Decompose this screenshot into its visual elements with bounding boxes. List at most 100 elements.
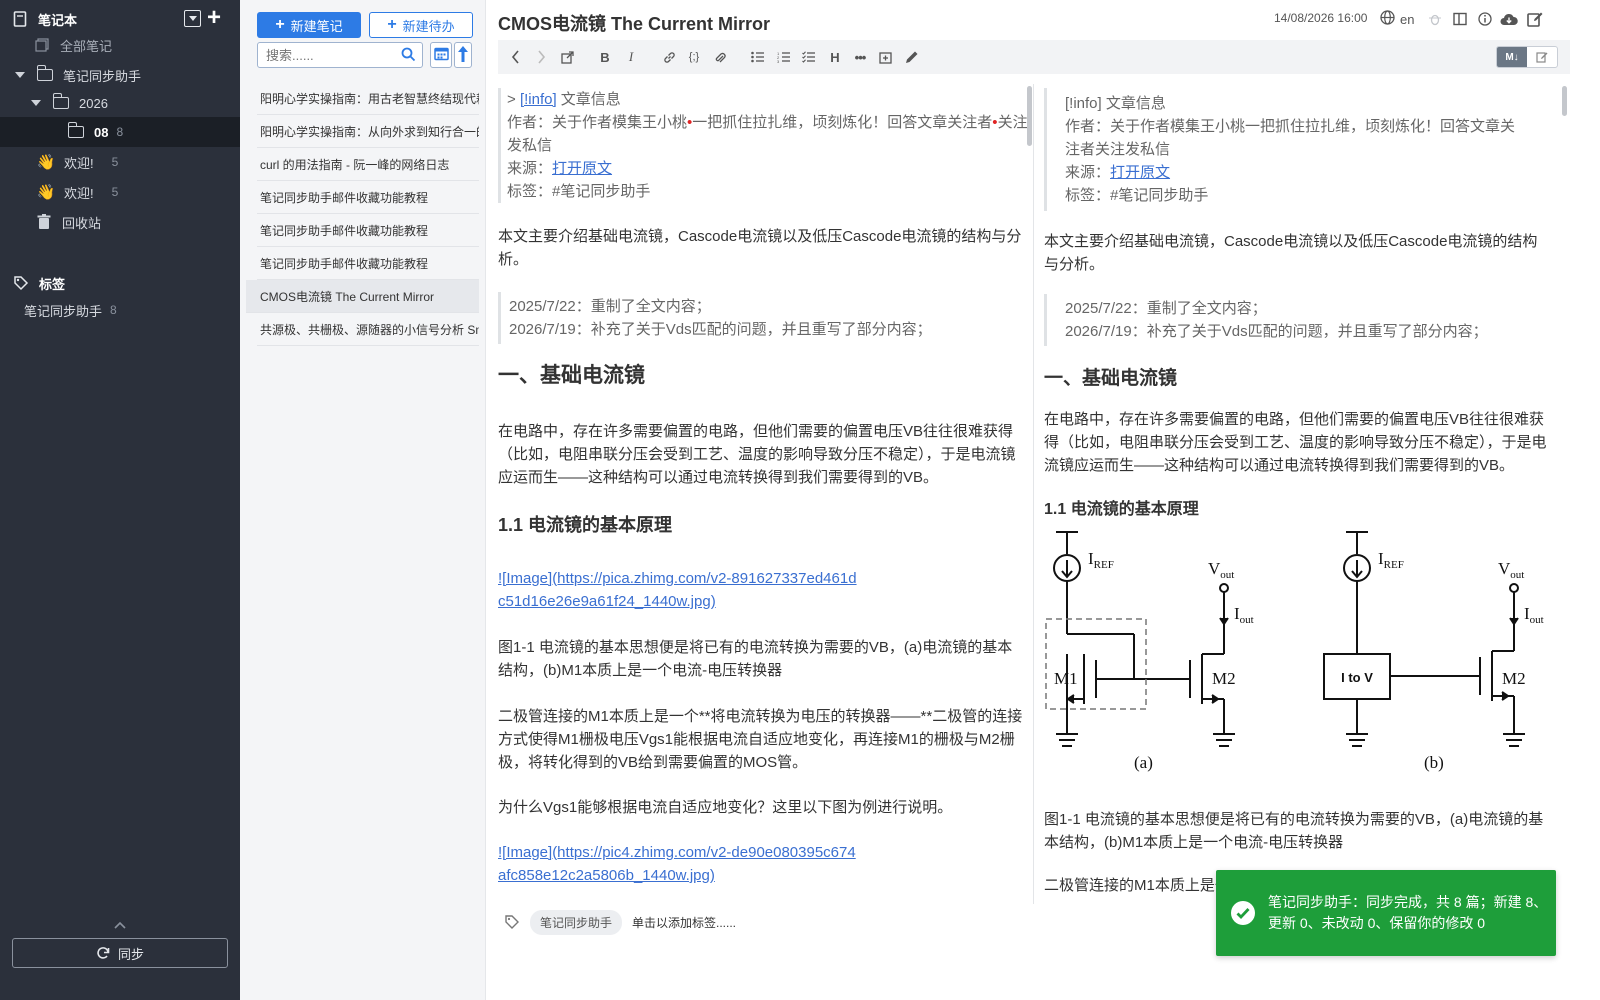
sidebar-item-trash[interactable]: 回收站 (0, 207, 240, 237)
tag-icon (11, 273, 31, 293)
editor-toolbar: B I {;} 123 H ••• (498, 40, 1570, 74)
search-field[interactable] (257, 42, 423, 68)
sidebar-item-year[interactable]: 2026 (0, 88, 240, 118)
chevron-up-icon[interactable] (114, 918, 126, 930)
add-notebook-icon[interactable]: + (207, 6, 221, 30)
current-mirror-figure: IREF Vout Iout M1 M2 (a) IREF Vout Iout … (1045, 531, 1544, 772)
tags-header[interactable]: 标签 (0, 268, 240, 298)
heading-icon[interactable]: H (826, 48, 844, 66)
folder-icon (51, 93, 71, 113)
external-link-icon[interactable] (558, 48, 576, 66)
welcome-count: 5 (111, 185, 119, 199)
new-note-button[interactable]: + 新建笔记 (257, 12, 361, 38)
trash-icon (34, 212, 54, 232)
layout-toggle-icon[interactable] (1451, 10, 1469, 28)
source-link[interactable]: 打开原文 (552, 160, 612, 177)
pane-divider[interactable] (1033, 84, 1034, 904)
editor-mode-toggle[interactable]: M↓ (1496, 46, 1558, 68)
sidebar: 笔记本 + 全部笔记 笔记同步助手 2026 08 8 👋 欢迎! 5 👋 欢迎… (0, 0, 240, 1000)
sidebar-item-welcome-2[interactable]: 👋 欢迎! 5 (0, 177, 240, 207)
note-list-item[interactable]: 笔记同步助手邮件收藏功能教程 (257, 247, 479, 280)
fig-a-caption-label: (a) (1134, 753, 1153, 772)
more-icon[interactable]: ••• (851, 48, 869, 66)
collapse-notebooks-icon[interactable] (184, 10, 201, 27)
source-label: 来源： (507, 160, 553, 177)
note-title[interactable]: CMOS电流镜 The Current Mirror (498, 10, 770, 36)
check-circle-icon (1230, 900, 1256, 926)
pen-icon[interactable] (902, 48, 920, 66)
basic-paragraph: 在电路中，存在许多需要偏置的电路，但他们需要的偏置电压VB往往很难获得（比如，电… (498, 423, 1016, 486)
info-icon[interactable] (1476, 10, 1494, 28)
markdown-mode-button[interactable]: M↓ (1497, 47, 1527, 67)
code-icon[interactable]: {;} (685, 48, 703, 66)
note-list-item[interactable]: 笔记同步助手邮件收藏功能教程 (257, 181, 479, 214)
sidebar-item-month[interactable]: 08 8 (0, 117, 240, 147)
sync-icon (96, 946, 110, 960)
why-paragraph: 为什么Vgs1能够根据电流自适应地变化？这里以下图为例进行说明。 (498, 799, 953, 816)
image1-markdown[interactable]: ![Image](https://pica.zhimg.com/v2-89162… (498, 567, 858, 613)
tag-chip[interactable]: 笔记同步助手 (530, 909, 623, 935)
add-tag-hint[interactable]: 单击以添加标签...... (632, 914, 736, 931)
notebook-icon (10, 9, 30, 29)
note-list-item[interactable]: curl 的用法指南 - 阮一峰的网络日志 (257, 148, 479, 181)
attachment-icon[interactable] (710, 48, 728, 66)
note-list-item[interactable]: 共源极、共栅极、源随器的小信号分析 Sma (257, 313, 479, 346)
search-icon[interactable] (401, 47, 416, 65)
info-link[interactable]: [!info] (520, 91, 557, 108)
bullet-list-icon[interactable] (749, 48, 767, 66)
calendar-sort-button[interactable] (430, 42, 452, 68)
fig-b-iout-label: Iout (1524, 604, 1544, 626)
sort-order-button[interactable] (454, 42, 472, 68)
notebook-label: 笔记同步助手 (63, 68, 142, 84)
note-list-item[interactable]: 阳明心学实操指南：用古老智慧终结现代耗 (257, 82, 479, 115)
trash-label: 回收站 (62, 215, 102, 231)
language-selector[interactable]: en (1380, 10, 1414, 28)
sync-toast[interactable]: 笔记同步助手：同步完成，共 8 篇；新建 8、更新 0、未改动 0、保留你的修改… (1216, 870, 1556, 956)
new-note-label: 新建笔记 (290, 18, 343, 34)
image2-markdown[interactable]: ![Image](https://pic4.zhimg.com/v2-de90e… (498, 841, 858, 887)
month-label: 08 (94, 124, 109, 140)
tag-icon (504, 914, 520, 930)
tags-title: 标签 (39, 276, 66, 292)
rich-text-mode-icon[interactable] (1527, 47, 1557, 67)
welcome-label: 欢迎! (64, 155, 94, 171)
preview-scrollbar[interactable] (1562, 86, 1567, 116)
expand-caret-icon[interactable] (31, 100, 41, 106)
note-list-item[interactable]: 阳明心学实操指南：从向外求到知行合一的 (257, 115, 479, 148)
plus-icon: + (275, 16, 285, 33)
preview-heading-basic: 一、基础电流镜 (1044, 368, 1178, 389)
tag-count: 8 (110, 303, 117, 317)
preview-info-line: [!info] 文章信息 (1065, 95, 1166, 112)
sync-button[interactable]: 同步 (12, 938, 228, 968)
spellcheck-bug-icon[interactable] (1426, 10, 1444, 28)
bold-icon[interactable]: B (596, 48, 614, 66)
back-icon[interactable] (506, 48, 524, 66)
preview-changelog: 2025/7/22：重制了全文内容； 2026/7/19：补充了关于Vds匹配的… (1044, 294, 1552, 346)
link-icon[interactable] (660, 48, 678, 66)
expand-caret-icon[interactable] (15, 72, 25, 78)
preview-figure-caption: 图1-1 电流镜的基本思想便是将已有的电流转换为需要的VB，(a)电流镜的基本结… (1044, 811, 1544, 851)
cloud-download-icon[interactable] (1500, 10, 1518, 28)
preview-source-link[interactable]: 打开原文 (1110, 164, 1170, 181)
sidebar-item-notebook[interactable]: 笔记同步助手 (0, 60, 240, 90)
forward-icon[interactable] (532, 48, 550, 66)
sidebar-item-welcome-1[interactable]: 👋 欢迎! 5 (0, 147, 240, 177)
edit-icon[interactable] (1526, 10, 1544, 28)
tag-label: 笔记同步助手 (24, 303, 103, 319)
markdown-scrollbar[interactable] (1027, 86, 1032, 146)
sidebar-item-all-notes[interactable]: 全部笔记 (0, 30, 240, 60)
markdown-editor[interactable]: > [!info] 文章信息 作者：关于作者模集王小桃•一把抓住拉扎维，顷刻炼化… (498, 84, 1028, 904)
numbered-list-icon[interactable]: 123 (775, 48, 793, 66)
fig-b-itov-label: I to V (1341, 670, 1373, 685)
new-todo-button[interactable]: + 新建待办 (369, 12, 473, 38)
search-input[interactable] (258, 43, 398, 67)
checklist-icon[interactable] (800, 48, 818, 66)
note-list-item[interactable]: 笔记同步助手邮件收藏功能教程 (257, 214, 479, 247)
note-list-item-selected[interactable]: CMOS电流镜 The Current Mirror (246, 280, 479, 313)
info-label: 文章信息 (560, 91, 621, 108)
author-rest-2: 关注 (997, 114, 1028, 131)
sidebar-tag-item[interactable]: 笔记同步助手 8 (0, 295, 240, 325)
insert-date-icon[interactable] (876, 48, 894, 66)
language-label: en (1400, 11, 1415, 27)
italic-icon[interactable]: I (622, 48, 640, 66)
